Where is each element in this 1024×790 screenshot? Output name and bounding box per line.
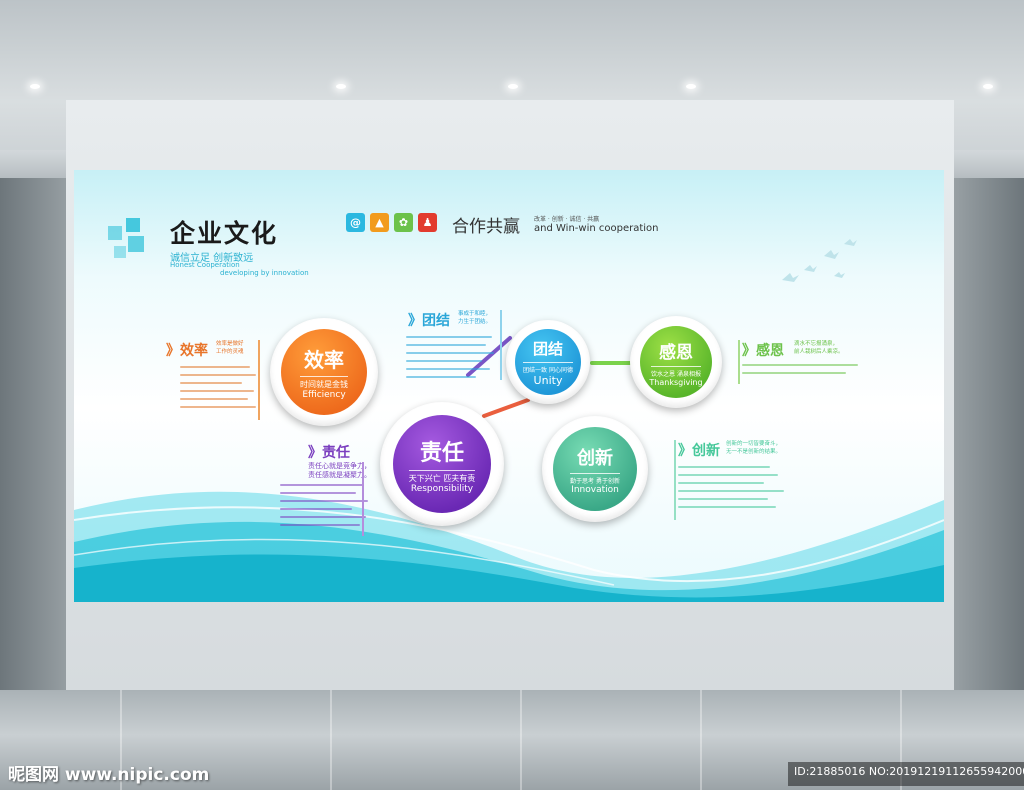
gratitude-divider — [738, 340, 740, 384]
efficiency-divider — [258, 340, 260, 420]
innovation-heading: 》创新 — [678, 443, 720, 459]
gratitude-note: 滴水不忘报涌泉， 前人栽树后人乘凉。 — [794, 341, 844, 355]
unity-divider — [500, 310, 502, 380]
responsibility-divider — [362, 462, 364, 536]
responsibility-body-lines — [280, 484, 368, 532]
circle-efficiency-en: Efficiency — [302, 390, 346, 400]
ceiling-light — [336, 84, 346, 89]
circle-gratitude-en: Thanksgiving — [649, 377, 703, 387]
efficiency-heading: 》效率 — [166, 343, 208, 359]
responsibility-heading: 》责任 — [308, 445, 350, 461]
side-wall-left — [0, 178, 70, 698]
innovation-note: 创新的一切皆要奋斗， 无一不是创新的结果。 — [726, 441, 782, 455]
innovation-divider — [674, 440, 676, 520]
unity-heading: 》团结 — [408, 313, 450, 329]
ceiling-light — [508, 84, 518, 89]
cooperation-subtitle: 改革 · 创新 · 诚信 · 共赢 — [534, 216, 600, 223]
circle-gratitude-tag: 饮水之恩 涌泉相报 — [651, 365, 701, 378]
culture-board: 企业文化 诚信立足 创新致远 Honest Cooperation develo… — [74, 170, 944, 602]
circle-unity-cn: 团结 — [532, 339, 563, 358]
circle-gratitude-cn: 感恩 — [659, 342, 693, 363]
ceiling-light — [686, 84, 696, 89]
unity-note: 事成于和睦， 力生于团结。 — [458, 311, 492, 325]
circle-innovation-en: Innovation — [571, 484, 619, 495]
watermark-id: ID:21885016 NO:20191219112655942000 — [788, 762, 1024, 786]
innovation-body-lines — [678, 466, 788, 514]
gratitude-body-lines — [742, 364, 862, 380]
ceiling-light — [983, 84, 993, 89]
watermark-site: 昵图网 www.nipic.com — [8, 765, 210, 785]
circle-innovation-tag: 勤于思考 勇于创新 — [570, 472, 620, 485]
gratitude-heading: 》感恩 — [742, 343, 784, 359]
circle-efficiency: 效率 时间就是金钱 Efficiency — [270, 318, 378, 426]
circle-unity-en: Unity — [533, 373, 563, 387]
efficiency-body-lines — [180, 366, 260, 414]
circle-innovation: 创新 勤于思考 勇于创新 Innovation — [542, 416, 648, 522]
ceiling-light — [30, 84, 40, 89]
efficiency-note: 效率是做好 工作的灵魂 — [216, 341, 244, 355]
unity-body-lines — [406, 336, 496, 384]
birds-icon — [782, 239, 857, 282]
person-icon: ♟ — [418, 213, 437, 232]
side-wall-right — [954, 178, 1024, 698]
chart-icon: ▲ — [370, 213, 389, 232]
circle-responsibility-cn: 责任 — [419, 439, 464, 466]
circle-responsibility: 责任 天下兴亡 匹夫有责 Responsibility — [380, 402, 504, 526]
slogan-english-line-2: developing by innovation — [220, 269, 309, 277]
circle-gratitude: 感恩 饮水之恩 涌泉相报 Thanksgiving — [630, 316, 722, 408]
slogan-english-line-1: Honest Cooperation — [170, 261, 240, 269]
circle-responsibility-en: Responsibility — [410, 483, 474, 494]
circle-innovation-cn: 创新 — [577, 447, 613, 469]
at-icon: @ — [346, 213, 365, 232]
circle-efficiency-cn: 效率 — [304, 348, 344, 372]
floor-tile-line — [330, 690, 332, 790]
circle-efficiency-tag: 时间就是金钱 — [300, 376, 348, 390]
logo-squares-icon — [108, 218, 164, 264]
floor-tile-line — [700, 690, 702, 790]
circle-unity-tag: 团结一致 同心同德 — [523, 361, 573, 374]
page-title: 企业文化 — [170, 219, 279, 248]
cooperation-english: and Win-win cooperation — [534, 223, 659, 234]
floor-tile-line — [520, 690, 522, 790]
cooperation-title: 合作共赢 — [452, 217, 520, 237]
circle-responsibility-tag: 天下兴亡 匹夫有责 — [408, 469, 476, 484]
flower-icon: ✿ — [394, 213, 413, 232]
circle-unity: 团结 团结一致 同心同德 Unity — [506, 320, 590, 404]
